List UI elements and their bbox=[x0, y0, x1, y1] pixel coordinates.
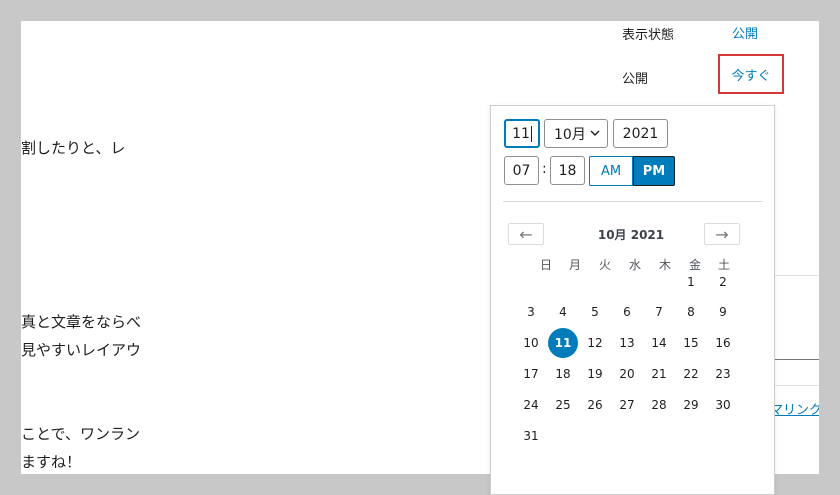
calendar-day[interactable]: 22 bbox=[676, 359, 706, 389]
calendar-day[interactable]: 12 bbox=[580, 328, 610, 358]
calendar-day[interactable]: 20 bbox=[612, 359, 642, 389]
calendar-day[interactable]: 10 bbox=[516, 328, 546, 358]
weekday-label: 日 bbox=[539, 258, 552, 272]
calendar-day[interactable]: 31 bbox=[516, 421, 546, 451]
visibility-value-link[interactable]: 公開 bbox=[732, 23, 758, 42]
paragraph-line: 割したりと、レ bbox=[21, 139, 126, 157]
publish-label: 公開 bbox=[622, 72, 649, 87]
permalink-link[interactable]: マリンク bbox=[770, 399, 819, 418]
popover-divider bbox=[503, 201, 763, 202]
calendar-day[interactable]: 25 bbox=[548, 390, 578, 420]
calendar-day-selected[interactable]: 11 bbox=[548, 328, 578, 358]
pm-button[interactable]: PM bbox=[633, 156, 675, 186]
calendar-day[interactable]: 9 bbox=[708, 297, 738, 327]
month-select[interactable]: 10月 bbox=[544, 119, 608, 148]
calendar-day[interactable]: 7 bbox=[644, 297, 674, 327]
calendar-day[interactable]: 21 bbox=[644, 359, 674, 389]
am-button[interactable]: AM bbox=[589, 156, 633, 186]
visibility-label: 表示状態 bbox=[622, 28, 675, 43]
weekday-label: 水 bbox=[628, 258, 641, 272]
calendar-day[interactable]: 23 bbox=[708, 359, 738, 389]
calendar-day[interactable]: 3 bbox=[516, 297, 546, 327]
minute-input[interactable]: 18 bbox=[550, 156, 585, 185]
hour-input[interactable]: 07 bbox=[504, 156, 539, 185]
calendar-day[interactable]: 15 bbox=[676, 328, 706, 358]
calendar-day[interactable]: 18 bbox=[548, 359, 578, 389]
calendar-day[interactable]: 4 bbox=[548, 297, 578, 327]
calendar-day[interactable]: 5 bbox=[580, 297, 610, 327]
weekday-label: 月 bbox=[568, 258, 581, 272]
chevron-down-icon bbox=[589, 127, 601, 143]
weekday-label: 火 bbox=[598, 258, 611, 272]
prev-month-button[interactable]: ← bbox=[508, 223, 544, 245]
datetime-picker-popover: 11 10月 2021 07 : 18 AM PM ← 10月 2021 → 日… bbox=[490, 105, 775, 495]
paragraph-line: ことで、ワンラン bbox=[21, 425, 140, 443]
calendar-month-title: 10月 2021 bbox=[597, 228, 665, 242]
calendar-day[interactable]: 29 bbox=[676, 390, 706, 420]
paragraph-line: ますね！ bbox=[21, 453, 82, 471]
calendar-day[interactable]: 16 bbox=[708, 328, 738, 358]
month-value: 10月 bbox=[554, 126, 586, 143]
calendar-day[interactable]: 28 bbox=[644, 390, 674, 420]
calendar-day[interactable]: 17 bbox=[516, 359, 546, 389]
calendar-day[interactable]: 2 bbox=[708, 267, 738, 297]
calendar-day[interactable]: 8 bbox=[676, 297, 706, 327]
year-input[interactable]: 2021 bbox=[613, 119, 668, 148]
text-caret bbox=[530, 125, 532, 142]
day-input[interactable]: 11 bbox=[504, 119, 540, 148]
calendar-day[interactable]: 30 bbox=[708, 390, 738, 420]
arrow-right-icon: → bbox=[715, 224, 729, 244]
calendar-day[interactable]: 6 bbox=[612, 297, 642, 327]
calendar-day[interactable]: 13 bbox=[612, 328, 642, 358]
calendar-day[interactable]: 24 bbox=[516, 390, 546, 420]
time-separator: : bbox=[542, 161, 547, 177]
publish-date-button[interactable]: 今すぐ bbox=[718, 54, 784, 94]
field-underline bbox=[774, 359, 819, 360]
calendar-day[interactable]: 1 bbox=[676, 267, 706, 297]
calendar-day[interactable]: 26 bbox=[580, 390, 610, 420]
weekday-label: 木 bbox=[658, 258, 671, 272]
calendar-day[interactable]: 27 bbox=[612, 390, 642, 420]
arrow-left-icon: ← bbox=[519, 224, 533, 244]
paragraph-line: 真と文章をならべ bbox=[21, 313, 142, 331]
calendar-day[interactable]: 19 bbox=[580, 359, 610, 389]
calendar-day[interactable]: 14 bbox=[644, 328, 674, 358]
next-month-button[interactable]: → bbox=[704, 223, 740, 245]
paragraph-line: 見やすいレイアウ bbox=[21, 341, 142, 359]
